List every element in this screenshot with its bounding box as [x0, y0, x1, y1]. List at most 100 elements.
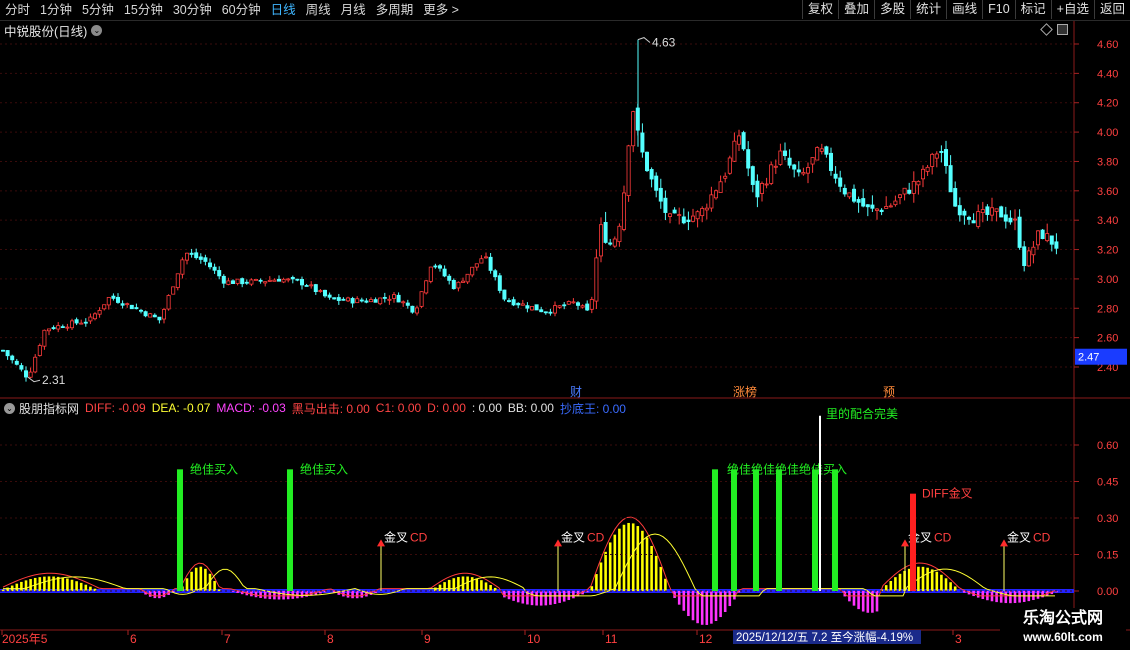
macd-bar	[654, 555, 658, 591]
macd-bar	[544, 591, 548, 606]
macd-bar	[728, 591, 732, 607]
buy-signal-bar	[177, 469, 183, 591]
watermark: 乐淘公式网 www.60lt.com	[1000, 608, 1126, 648]
candle-body	[709, 194, 714, 209]
ind-tick-label: 0.30	[1097, 513, 1118, 525]
macd-bar	[475, 578, 479, 591]
macd-bar	[29, 579, 32, 591]
candle-body	[755, 180, 760, 198]
candle-body	[1013, 218, 1018, 221]
candle-body	[1017, 216, 1022, 248]
candle-body	[1036, 230, 1041, 246]
candle-body	[695, 211, 700, 220]
candle-body	[281, 278, 286, 283]
macd-bar	[84, 584, 88, 591]
candle-body	[865, 204, 870, 208]
candle-body	[102, 304, 107, 310]
candle-body	[51, 327, 56, 330]
candle-body	[645, 151, 650, 172]
macd-bar	[613, 534, 617, 591]
candle-body	[506, 300, 511, 302]
macd-bar	[645, 537, 649, 591]
macd-bar	[622, 524, 626, 591]
time-info-text: 2025/12/12/五 7.2 至今涨幅-4.19%	[736, 630, 913, 644]
candle-body	[267, 279, 272, 282]
candle-body	[272, 279, 277, 282]
candle-body	[483, 256, 488, 259]
watermark-title: 乐淘公式网	[1022, 610, 1103, 627]
macd-bar	[535, 591, 538, 606]
candle-body	[79, 322, 84, 325]
candle-body	[654, 175, 659, 191]
candle-body	[497, 275, 502, 291]
price-tick-label: 4.60	[1097, 39, 1118, 51]
time-label-3: 8	[327, 632, 334, 646]
price-tick-label: 3.80	[1097, 156, 1118, 168]
candle-body	[599, 224, 604, 257]
candle-body	[382, 296, 387, 299]
macd-bar	[61, 577, 65, 591]
candle-body	[511, 299, 516, 306]
ind-tick-label: 0.45	[1097, 477, 1118, 489]
macd-bar	[539, 591, 543, 606]
buy-signal-bar	[753, 469, 759, 591]
d-value: D: 0.00	[427, 401, 466, 415]
candle-body	[97, 310, 102, 315]
candle-body	[990, 207, 995, 216]
price-tick-label: 4.40	[1097, 68, 1118, 80]
candle-body	[437, 265, 442, 269]
candle-body	[318, 290, 323, 292]
macd-bar	[1018, 591, 1021, 603]
macd-bar	[6, 587, 9, 591]
candle-body	[74, 319, 79, 324]
candle-body	[714, 190, 719, 199]
candle-body	[962, 210, 967, 216]
price-tick-label: 3.00	[1097, 274, 1118, 286]
candle-body	[925, 166, 930, 172]
candle-body	[847, 192, 852, 198]
candle-body	[488, 256, 493, 271]
buy-signal-bar	[776, 469, 782, 591]
candle-body	[327, 294, 332, 298]
candle-body	[980, 209, 985, 214]
candle-body	[1003, 214, 1008, 222]
macd-bar	[66, 578, 69, 591]
candle-body	[856, 199, 861, 203]
diff-golden-bar	[910, 493, 916, 591]
macd-bar	[921, 566, 925, 591]
macd-bar	[507, 591, 511, 600]
macd-bar	[861, 591, 865, 612]
candle-body	[829, 152, 834, 171]
macd-bar	[1013, 591, 1017, 604]
candle-body	[704, 207, 709, 211]
candle-body	[907, 189, 912, 194]
macd-bar	[875, 591, 879, 612]
time-label-0: 2025年5	[2, 632, 48, 646]
candle-body	[944, 149, 949, 167]
candlestick-series: 4.63 2.31 财 涨榜 预	[0, 36, 1059, 399]
candle-body	[129, 304, 134, 310]
settings-icon[interactable]: ⌄	[4, 402, 15, 414]
candle-body	[23, 370, 28, 378]
macd-bar	[452, 578, 456, 591]
price-tick-label: 3.40	[1097, 215, 1118, 227]
macd-bar	[664, 578, 667, 591]
macd-bar	[650, 545, 653, 591]
time-label-7: 12	[699, 632, 713, 646]
candle-body	[1008, 217, 1013, 223]
candle-body	[111, 295, 116, 299]
candle-body	[332, 297, 337, 300]
macd-bar	[659, 566, 663, 591]
candle-body	[14, 360, 19, 365]
time-label-5: 10	[527, 632, 541, 646]
candle-body	[916, 181, 921, 186]
candle-body	[28, 371, 33, 378]
candle-body	[764, 183, 769, 186]
candle-body	[391, 294, 396, 299]
candle-body	[787, 157, 792, 166]
macd-bar	[360, 591, 364, 598]
candle-body	[313, 284, 318, 293]
high-marker	[637, 37, 651, 43]
kline-chart[interactable]: 4.63 2.31 财 涨榜 预 4.60 4.40 4.20 4.00 3.80 3.60 3.4…	[0, 0, 1130, 650]
candle-body	[686, 219, 691, 223]
